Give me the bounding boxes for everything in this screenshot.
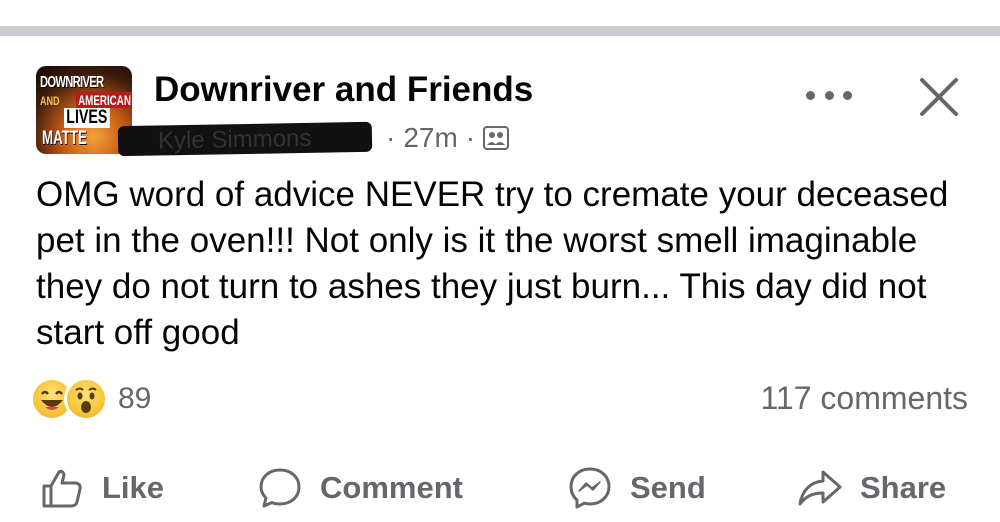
divider-line — [0, 26, 1000, 36]
share-arrow-icon — [798, 470, 842, 506]
post-action-bar: Like Comment Send Share — [0, 460, 1000, 520]
send-button[interactable]: Send — [566, 460, 706, 516]
avatar-text-4: LIVES — [64, 108, 110, 128]
group-name-link[interactable]: Downriver and Friends — [154, 70, 533, 110]
meta-separator: · — [465, 122, 476, 153]
more-options-button[interactable] — [806, 80, 852, 110]
post-body-text: OMG word of advice NEVER try to cremate … — [36, 175, 949, 352]
post-time-link[interactable]: 27m — [403, 122, 457, 154]
comment-bubble-icon — [259, 468, 301, 508]
more-dot-icon — [806, 90, 815, 100]
share-button[interactable]: Share — [796, 460, 946, 516]
author-name-redacted[interactable]: Kyle Simmons — [117, 121, 373, 157]
post-meta: · 27m · — [378, 122, 510, 154]
like-button[interactable]: Like — [38, 460, 164, 516]
comments-count-link[interactable]: 117 comments — [761, 380, 969, 417]
share-label: Share — [860, 470, 947, 505]
messenger-icon — [569, 467, 611, 509]
more-dot-icon — [824, 90, 834, 100]
members-icon — [483, 126, 510, 150]
comment-label: Comment — [320, 470, 463, 505]
avatar-text-1: DOWNRIVER — [40, 74, 104, 91]
reactions-summary[interactable]: 89 — [30, 377, 151, 421]
like-label: Like — [102, 470, 165, 505]
author-name-ghost: Kyle Simmons — [157, 124, 312, 155]
meta-separator: · — [386, 122, 396, 153]
avatar-text-3: AMERICAN — [76, 92, 132, 108]
comment-button[interactable]: Comment — [256, 460, 463, 516]
reaction-count[interactable]: 89 — [118, 382, 151, 416]
avatar-text-5: MATTE — [42, 128, 87, 149]
avatar-text-2: AND — [40, 94, 60, 108]
thumbs-up-icon — [42, 469, 82, 508]
wow-emoji-icon — [64, 377, 108, 421]
send-label: Send — [630, 470, 706, 505]
close-icon[interactable] — [916, 74, 962, 120]
top-divider — [0, 0, 1000, 36]
more-dot-icon — [843, 90, 852, 100]
